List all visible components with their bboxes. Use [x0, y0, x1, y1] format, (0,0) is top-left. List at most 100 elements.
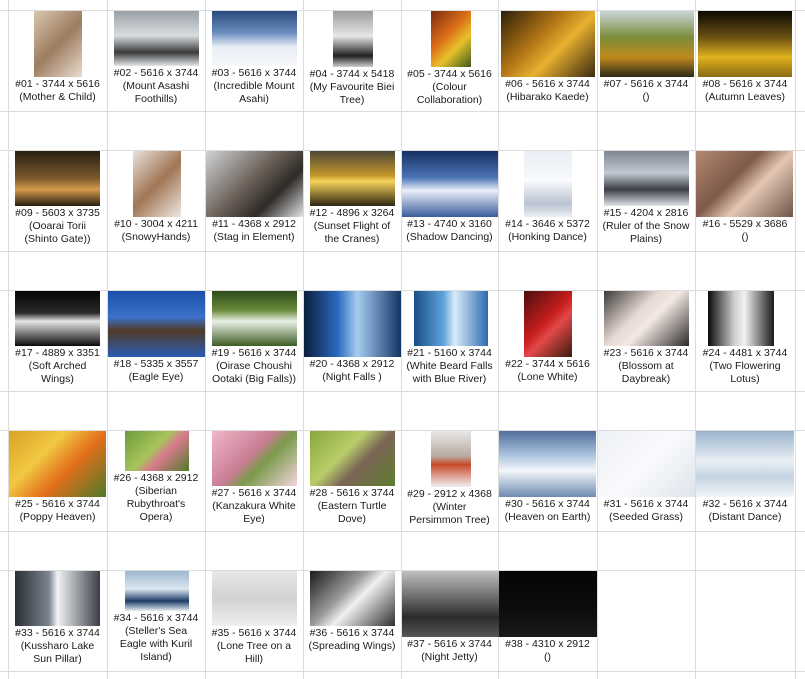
photo-caption-number-size: #38 - 4310 x 2912: [505, 638, 590, 650]
photo-thumbnail-16[interactable]: [696, 151, 793, 217]
photo-cell-33[interactable]: #33 - 5616 x 3744 (Kussharo Lake Sun Pilla…: [8, 570, 107, 671]
photo-cell-03[interactable]: #03 - 5616 x 3744 (Incredible Mount Asahi): [205, 10, 303, 111]
photo-cell-36[interactable]: #36 - 5616 x 3744 (Spreading Wings): [303, 570, 401, 671]
grid-line: [0, 391, 805, 392]
photo-thumbnail-incredible-mount-asahi[interactable]: [212, 11, 297, 66]
photo-caption-title: Hill): [244, 653, 264, 665]
photo-cell-11[interactable]: #11 - 4368 x 2912 (Stag in Element): [205, 150, 303, 251]
photo-caption-number-size: #32 - 5616 x 3744: [702, 498, 788, 510]
photo-caption-title: Rubythroat's: [126, 498, 186, 510]
photo-cell-30[interactable]: #30 - 5616 x 3744 (Heaven on Earth): [498, 430, 597, 531]
photo-caption-title: Wings): [41, 373, 74, 385]
photo-cell-10[interactable]: #10 - 3004 x 4211 (SnowyHands): [107, 150, 205, 251]
photo-thumbnail-stag-in-element[interactable]: [206, 151, 303, 217]
photo-cell-22[interactable]: #22 - 3744 x 5616 (Lone White): [498, 290, 597, 391]
photo-cell-31[interactable]: #31 - 5616 x 3744 (Seeded Grass): [597, 430, 695, 531]
photo-thumbnail-distant-dance[interactable]: [696, 431, 794, 497]
photo-thumbnail-night-falls[interactable]: [304, 291, 401, 357]
photo-cell-23[interactable]: #23 - 5616 x 3744 (Blossom at Daybreak): [597, 290, 695, 391]
photo-cell-01[interactable]: #01 - 3744 x 5616 (Mother & Child): [8, 10, 107, 111]
photo-caption-title: (Poppy Heaven): [19, 511, 96, 523]
photo-thumbnail-07[interactable]: [600, 11, 694, 77]
photo-thumbnail-seeded-grass[interactable]: [598, 431, 695, 497]
photo-thumbnail-shadow-dancing[interactable]: [402, 151, 498, 217]
photo-caption-title: Plains): [629, 233, 663, 245]
photo-caption-number-size: #35 - 5616 x 3744: [211, 627, 297, 639]
photo-cell-20[interactable]: #20 - 4368 x 2912 (Night Falls ): [303, 290, 401, 391]
photo-cell-04[interactable]: #04 - 3744 x 5418 (My Favourite Biei Tree): [303, 10, 401, 111]
photo-caption-title: (Heaven on Earth): [504, 511, 591, 523]
photo-thumbnail-ooarai-torii[interactable]: [15, 151, 100, 206]
photo-cell-14[interactable]: #14 - 3646 x 5372 (Honking Dance): [498, 150, 597, 251]
photo-thumbnail-oirase-choushi-ootaki[interactable]: [212, 291, 297, 346]
photo-thumbnail-biei-tree[interactable]: [333, 11, 373, 67]
photo-cell-25[interactable]: #25 - 5616 x 3744 (Poppy Heaven): [8, 430, 107, 531]
photo-cell-13[interactable]: #13 - 4740 x 3160 (Shadow Dancing): [401, 150, 498, 251]
photo-caption-title: Ootaki (Big Falls)): [211, 373, 296, 385]
photo-thumbnail-snowy-hands[interactable]: [133, 151, 181, 217]
photo-caption-title: Lotus): [730, 373, 760, 385]
photo-cell-37[interactable]: #37 - 5616 x 3744 (Night Jetty): [401, 570, 499, 671]
grid-line: [0, 111, 805, 112]
photo-caption-title: Asahi): [239, 93, 269, 105]
photo-cell-06[interactable]: #06 - 5616 x 3744 (Hibarako Kaede): [498, 10, 597, 111]
grid-line: [795, 0, 796, 679]
photo-thumbnail-poppy-heaven[interactable]: [9, 431, 106, 497]
photo-cell-26[interactable]: #26 - 4368 x 2912 (Siberian Rubythroat's Op…: [107, 430, 205, 531]
photo-cell-27[interactable]: #27 - 5616 x 3744 (Kanzakura White Eye): [205, 430, 303, 531]
photo-cell-32[interactable]: #32 - 5616 x 3744 (Distant Dance): [695, 430, 795, 531]
photo-thumbnail-sunset-flight-cranes[interactable]: [310, 151, 395, 206]
photo-thumbnail-two-flowering-lotus[interactable]: [708, 291, 774, 346]
photo-cell-17[interactable]: #17 - 4889 x 3351 (Soft Arched Wings): [8, 290, 107, 391]
photo-caption-title: (Siberian: [134, 485, 178, 497]
photo-thumbnail-mother-child[interactable]: [34, 11, 82, 77]
photo-cell-29[interactable]: #29 - 2912 x 4368 (Winter Persimmon Tree): [401, 430, 498, 531]
photo-caption-number-size: #17 - 4889 x 3351: [15, 347, 100, 359]
photo-thumbnail-winter-persimmon-tree[interactable]: [431, 431, 471, 487]
photo-thumbnail-ruler-of-snow-plains[interactable]: [604, 151, 689, 206]
photo-thumbnail-night-jetty[interactable]: [402, 571, 499, 637]
photo-cell-35[interactable]: #35 - 5616 x 3744 (Lone Tree on a Hill): [205, 570, 303, 671]
photo-cell-28[interactable]: #28 - 5616 x 3744 (Eastern Turtle Dove): [303, 430, 401, 531]
photo-thumbnail-lone-tree-on-hill[interactable]: [212, 571, 297, 626]
photo-thumbnail-kussharo-lake-sun-pillar[interactable]: [15, 571, 100, 626]
photo-thumbnail-heaven-on-earth[interactable]: [499, 431, 596, 497]
photo-cell-24[interactable]: #24 - 4481 x 3744 (Two Flowering Lotus): [695, 290, 795, 391]
photo-cell-16[interactable]: #16 - 5529 x 3686(): [695, 150, 795, 251]
photo-thumbnail-spreading-wings[interactable]: [310, 571, 395, 626]
photo-caption-title: (): [642, 91, 650, 103]
photo-thumbnail-colour-collaboration[interactable]: [431, 11, 471, 67]
photo-caption-number-size: #15 - 4204 x 2816: [603, 207, 689, 219]
photo-thumbnail-stellers-sea-eagle[interactable]: [125, 571, 189, 611]
photo-cell-08[interactable]: #08 - 5616 x 3744 (Autumn Leaves): [695, 10, 795, 111]
photo-caption-number-size: #27 - 5616 x 3744: [211, 487, 297, 499]
photo-cell-38[interactable]: #38 - 4310 x 2912(): [498, 570, 597, 671]
photo-cell-34[interactable]: #34 - 5616 x 3744 (Steller's Sea Eagle wit…: [107, 570, 205, 671]
photo-caption-title: (Spreading Wings): [308, 640, 396, 652]
photo-cell-19[interactable]: #19 - 5616 x 3744 (Oirase Choushi Ootaki (…: [205, 290, 303, 391]
photo-cell-15[interactable]: #15 - 4204 x 2816 (Ruler of the Snow Plain…: [597, 150, 695, 251]
photo-thumbnail-mount-asashi-foothills[interactable]: [114, 11, 199, 66]
photo-cell-09[interactable]: #09 - 5603 x 3735 (Ooarai Torii (Shinto Ga…: [8, 150, 107, 251]
photo-caption-number-size: #31 - 5616 x 3744: [603, 498, 689, 510]
photo-thumbnail-lone-white[interactable]: [524, 291, 572, 357]
photo-thumbnail-autumn-leaves[interactable]: [698, 11, 792, 77]
photo-thumbnail-blossom-at-daybreak[interactable]: [604, 291, 689, 346]
photo-thumbnail-eagle-eye[interactable]: [108, 291, 205, 357]
photo-thumbnail-eastern-turtle-dove[interactable]: [310, 431, 395, 486]
photo-caption-title: (Mount Asashi: [122, 80, 190, 92]
photo-cell-12[interactable]: #12 - 4896 x 3264 (Sunset Flight of the Cr…: [303, 150, 401, 251]
photo-thumbnail-38[interactable]: [499, 571, 597, 637]
photo-cell-02[interactable]: #02 - 5616 x 3744 (Mount Asashi Foothills): [107, 10, 205, 111]
photo-thumbnail-soft-arched-wings[interactable]: [15, 291, 100, 346]
photo-thumbnail-kanzakura-white-eye[interactable]: [212, 431, 297, 486]
photo-cell-05[interactable]: #05 - 3744 x 5616 (Colour Collaboration): [401, 10, 498, 111]
photo-cell-21[interactable]: #21 - 5160 x 3744 (White Beard Falls with …: [401, 290, 498, 391]
photo-thumbnail-honking-dance[interactable]: [524, 151, 572, 217]
photo-caption-number-size: #37 - 5616 x 3744: [407, 638, 492, 650]
photo-cell-07[interactable]: #07 - 5616 x 3744(): [597, 10, 695, 111]
photo-thumbnail-hibarako-kaede[interactable]: [501, 11, 595, 77]
photo-cell-18[interactable]: #18 - 5335 x 3557 (Eagle Eye): [107, 290, 205, 391]
photo-thumbnail-white-beard-falls[interactable]: [414, 291, 488, 346]
photo-thumbnail-siberian-rubythroat[interactable]: [125, 431, 189, 471]
